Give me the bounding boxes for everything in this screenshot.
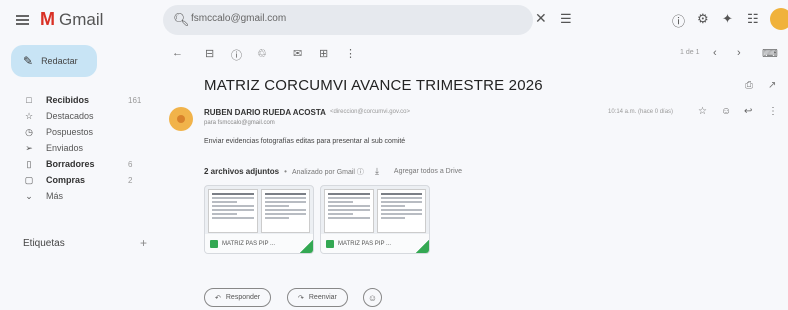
pagination-text: 1 de 1 xyxy=(680,49,700,56)
forward-button[interactable]: ↷ Reenviar xyxy=(287,288,348,307)
attachment-caption: MATRIZ PAS PIP ... xyxy=(321,234,429,253)
more-vert-icon[interactable]: ⋮ xyxy=(768,106,778,117)
compose-button[interactable]: ✎ Redactar xyxy=(11,45,97,77)
attachment-preview xyxy=(208,189,310,233)
delete-icon[interactable]: ♲ xyxy=(257,47,267,60)
star-icon: ☆ xyxy=(24,110,34,121)
preview-page xyxy=(208,189,258,233)
shopping-icon: ▢ xyxy=(24,174,34,185)
sidebar-item-label: Recibidos xyxy=(46,95,90,105)
sidebar-item-count: 161 xyxy=(128,95,142,105)
draft-icon: ▯ xyxy=(26,158,32,169)
spreadsheet-icon xyxy=(210,240,218,248)
pencil-icon: ✎ xyxy=(23,54,34,68)
tune-icon[interactable]: ☰ xyxy=(560,11,572,27)
sidebar-item-starred[interactable]: ☆ Destacados xyxy=(0,108,155,124)
preview-page xyxy=(376,189,426,233)
chevron-right-icon[interactable]: › xyxy=(737,47,741,59)
scan-status[interactable]: Analizado por Gmail ⓘ xyxy=(292,167,364,177)
sender-email: <direccion@corcumvi.gov.co> xyxy=(330,109,411,115)
clock-icon: ◷ xyxy=(25,126,33,137)
spreadsheet-icon xyxy=(326,240,334,248)
back-arrow-icon[interactable]: ← xyxy=(172,47,183,59)
apps-icon[interactable]: ☷ xyxy=(747,11,759,27)
close-icon[interactable]: ✕ xyxy=(535,10,547,27)
message-date: 10:14 a.m. (hace 0 días) xyxy=(608,109,674,115)
separator-dot: • xyxy=(284,167,287,176)
attachment-preview xyxy=(324,189,426,233)
sidebar-item-label: Enviados xyxy=(46,143,84,153)
inbox-icon: □ xyxy=(26,95,32,105)
forward-icon: ↷ xyxy=(298,294,304,302)
attachment-caption: MATRIZ PAS PIP ... xyxy=(205,234,313,253)
reply-icon[interactable]: ↩ xyxy=(744,106,752,117)
print-icon[interactable]: ⎙ xyxy=(745,80,753,91)
attachments-header: 2 archivos adjuntos • Analizado por Gmai… xyxy=(204,166,462,177)
email-body: Enviar evidencias fotografías editas par… xyxy=(204,138,406,145)
download-icon[interactable]: ⤓ xyxy=(375,166,379,177)
gmail-logo-mark: M xyxy=(40,9,55,29)
file-corner-icon xyxy=(299,238,313,253)
attachment-card[interactable]: MATRIZ PAS PIP ... xyxy=(204,185,314,254)
sidebar-item-sent[interactable]: ➢ Enviados xyxy=(0,140,155,156)
settings-icon[interactable]: ⚙ xyxy=(697,11,709,27)
move-to-icon[interactable]: ⊞ xyxy=(319,47,328,60)
add-to-drive-button[interactable]: Agregar todos a Drive xyxy=(394,168,462,175)
sidebar-item-more[interactable]: ⌄ Más xyxy=(0,188,155,204)
gmail-logo[interactable]: M Gmail xyxy=(40,9,103,30)
attachment-name: MATRIZ PAS PIP ... xyxy=(222,241,276,247)
attachment-card[interactable]: MATRIZ PAS PIP ... xyxy=(320,185,430,254)
sidebar-item-count: 2 xyxy=(128,175,133,185)
main-menu-icon[interactable] xyxy=(16,15,29,25)
search-input[interactable]: fsmccalo@gmail.com xyxy=(191,13,286,24)
preview-page xyxy=(324,189,374,233)
chevron-down-icon: ⌄ xyxy=(25,190,33,201)
emoji-icon[interactable]: ☺ xyxy=(721,106,731,117)
sidebar-item-label: Destacados xyxy=(46,111,94,121)
gemini-icon[interactable]: ✦ xyxy=(722,11,733,27)
compose-label: Redactar xyxy=(41,56,78,66)
file-corner-icon xyxy=(415,238,429,253)
sidebar-item-drafts[interactable]: ▯ Borradores 6 xyxy=(0,156,155,172)
send-icon: ➢ xyxy=(25,142,33,153)
search-bar[interactable]: 🔍︎ fsmccalo@gmail.com ✕ ☰ xyxy=(163,5,572,35)
sidebar-item-count: 6 xyxy=(128,159,133,169)
emoji-icon: ☺ xyxy=(367,292,378,303)
help-icon[interactable]: ⓘ xyxy=(672,11,685,30)
add-label-button[interactable]: + xyxy=(140,236,147,250)
attachments-count: 2 archivos adjuntos xyxy=(204,167,280,176)
star-icon[interactable]: ☆ xyxy=(698,106,707,117)
preview-page xyxy=(260,189,310,233)
top-bar: M Gmail 🔍︎ fsmccalo@gmail.com ✕ ☰ ⓘ ⚙ ✦ … xyxy=(0,0,788,42)
chevron-left-icon[interactable]: ‹ xyxy=(713,47,717,59)
sidebar-item-label: Pospuestos xyxy=(46,127,94,137)
search-icon[interactable]: 🔍︎ xyxy=(173,12,190,28)
reply-label: Responder xyxy=(225,294,261,301)
gmail-logo-text: Gmail xyxy=(59,9,104,29)
recipient-line[interactable]: para fsmccalo@gmail.com xyxy=(204,120,275,126)
sidebar-item-snoozed[interactable]: ◷ Pospuestos xyxy=(0,124,155,140)
labels-heading: Etiquetas xyxy=(23,238,65,249)
reply-button[interactable]: ↶ Responder xyxy=(204,288,272,307)
emoji-reaction-button[interactable]: ☺ xyxy=(363,288,382,307)
sidebar-item-inbox[interactable]: □ Recibidos 161 xyxy=(0,92,155,108)
sender-name[interactable]: RUBEN DARIO RUEDA ACOSTA xyxy=(204,108,326,117)
report-spam-icon[interactable]: ⓘ xyxy=(231,47,242,63)
sidebar-item-label: Compras xyxy=(46,175,86,185)
sender-avatar[interactable] xyxy=(169,107,193,131)
mark-unread-icon[interactable]: ✉ xyxy=(293,47,302,60)
sidebar-item-purchases[interactable]: ▢ Compras 2 xyxy=(0,172,155,188)
reply-icon: ↶ xyxy=(215,294,221,302)
open-new-window-icon[interactable]: ↗ xyxy=(768,80,776,91)
more-vert-icon[interactable]: ⋮ xyxy=(345,47,356,60)
email-subject: MATRIZ CORCUMVI AVANCE TRIMESTRE 2026 xyxy=(204,77,543,94)
sidebar-item-label: Más xyxy=(46,191,64,201)
account-avatar[interactable] xyxy=(770,8,788,30)
sidebar-item-label: Borradores xyxy=(46,159,95,169)
archive-icon[interactable]: ⊟ xyxy=(205,47,214,60)
forward-label: Reenviar xyxy=(308,294,337,301)
attachment-name: MATRIZ PAS PIP ... xyxy=(338,241,392,247)
input-tools-icon[interactable]: ⌨ xyxy=(762,47,778,60)
